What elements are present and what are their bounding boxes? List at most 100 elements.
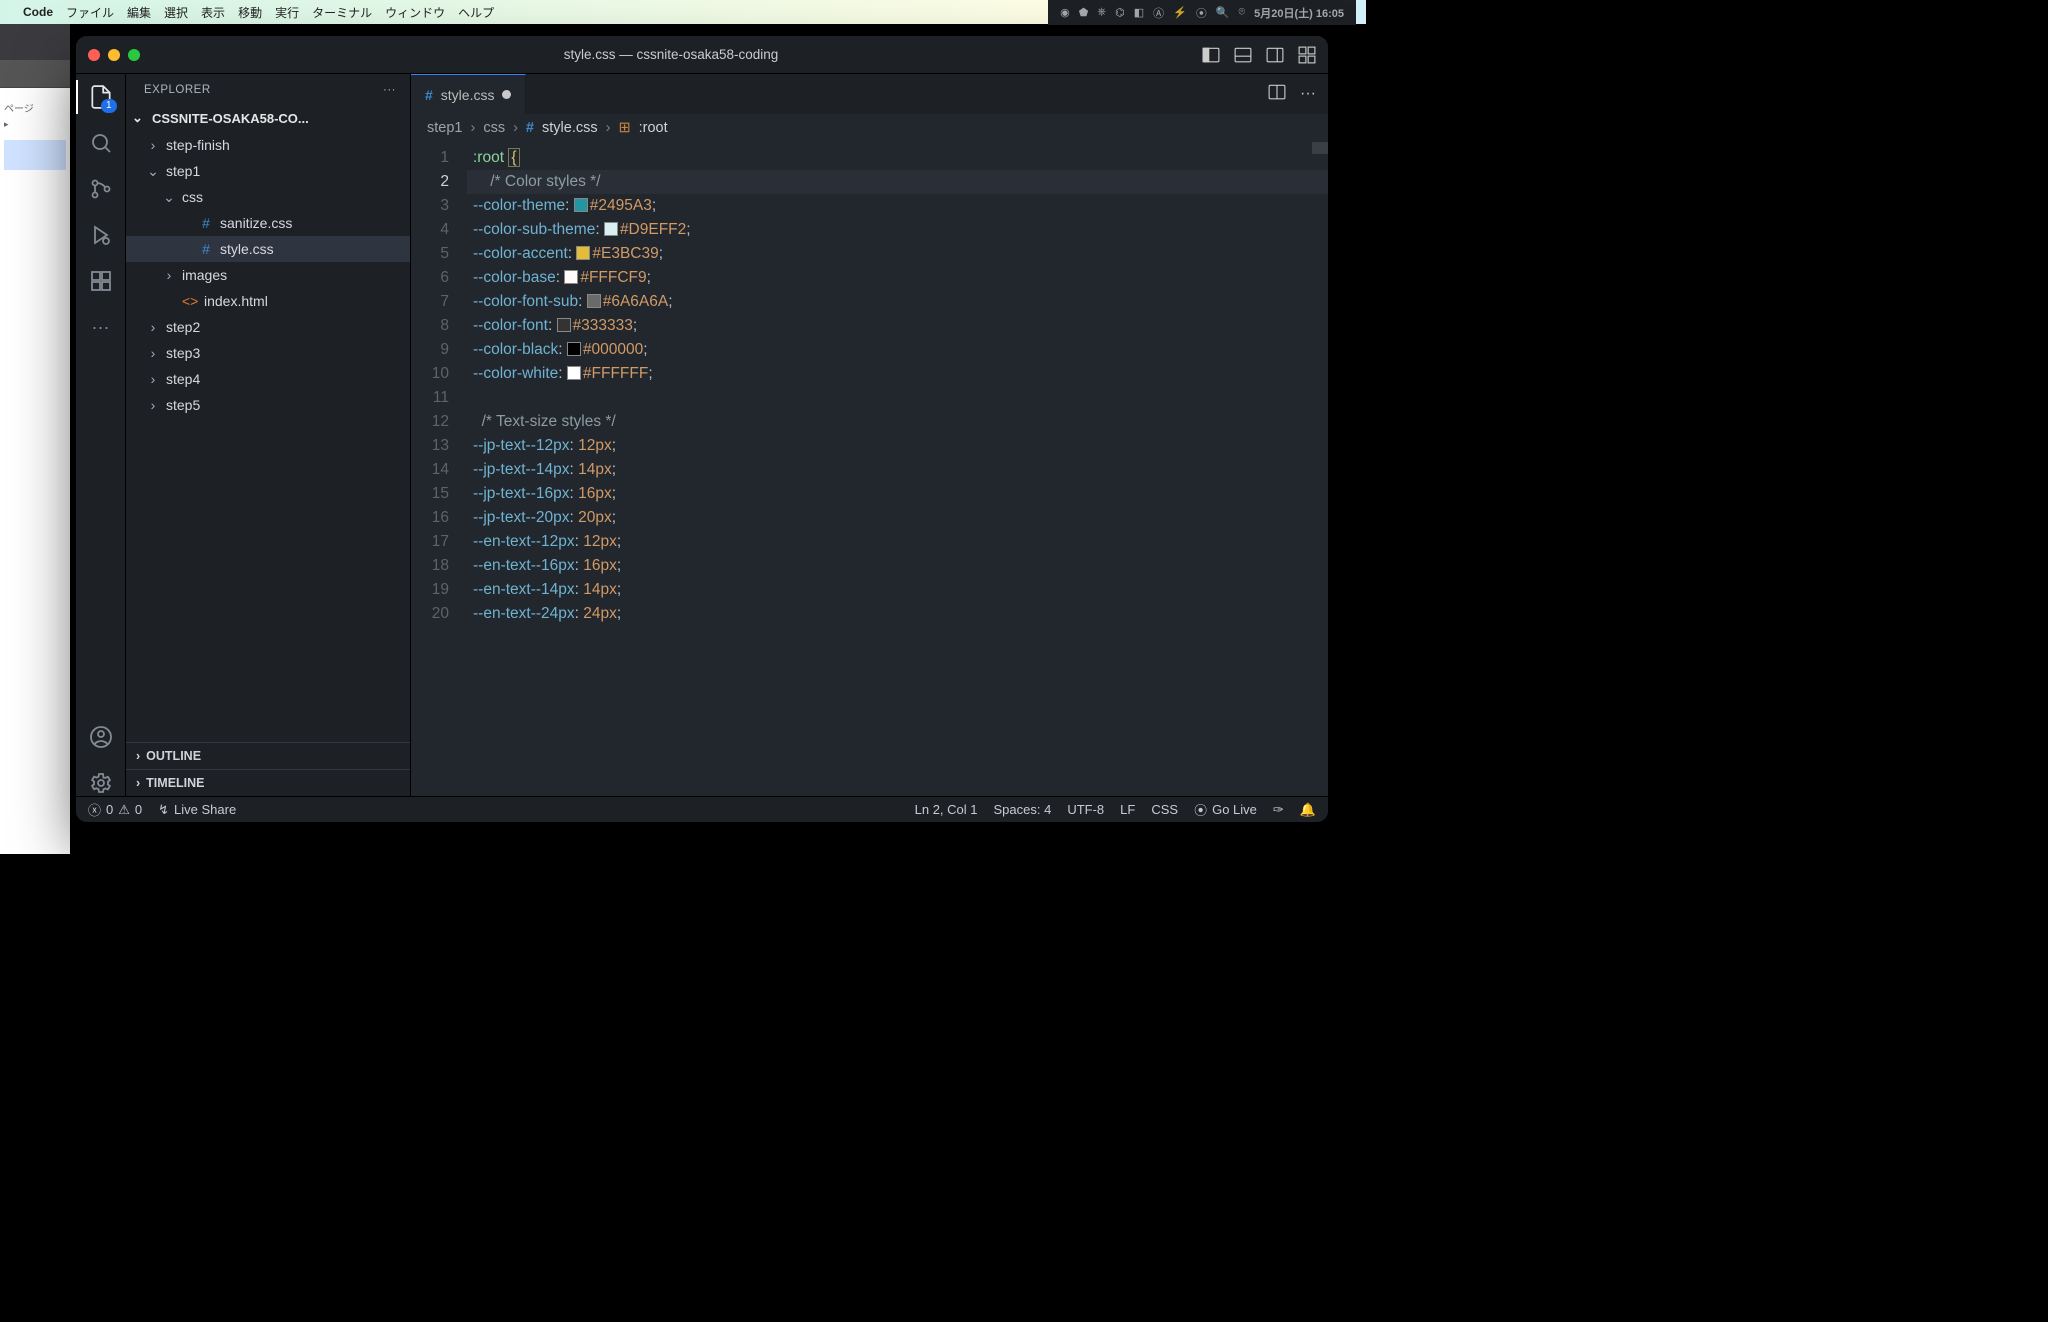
status-icon[interactable]: ◧ [1134, 6, 1144, 19]
mac-menu-bar: Code ファイル 編集 選択 表示 移動 実行 ターミナル ウィンドウ ヘルプ… [0, 0, 1366, 24]
timeline-label: TIMELINE [146, 776, 204, 790]
golive-label: Go Live [1212, 802, 1257, 817]
search-icon[interactable]: 🔍 [1216, 6, 1230, 19]
tree-item-label: step4 [166, 371, 200, 387]
timeline-section[interactable]: › TIMELINE [126, 769, 410, 796]
chevron-icon: ⌄ [146, 163, 160, 180]
mac-menu-item[interactable]: 移動 [238, 4, 262, 21]
folder-row[interactable]: ›step-finish [126, 132, 410, 158]
folder-row[interactable]: ›images [126, 262, 410, 288]
title-bar: style.css — cssnite-osaka58-coding [76, 36, 1328, 74]
folder-row[interactable]: ⌄step1 [126, 158, 410, 184]
editor-more-icon[interactable]: ··· [1300, 85, 1316, 103]
mac-clock[interactable]: 5月20日(土) 16:05 [1254, 5, 1344, 21]
mac-menu-item[interactable]: 実行 [275, 4, 299, 21]
tab-style-css[interactable]: # style.css [411, 74, 526, 114]
status-icon[interactable]: Ⓐ [1153, 5, 1164, 21]
toggle-primary-sidebar-icon[interactable] [1202, 46, 1220, 64]
status-errors[interactable]: ⓧ 0 ⚠ 0 [88, 800, 142, 819]
toggle-secondary-sidebar-icon[interactable] [1266, 46, 1284, 64]
mac-status-tray: ◉ ⬟ ⎈ ⌬ ◧ Ⓐ ⚡ ⦿ 🔍 ⌾ 5月20日(土) 16:05 [1048, 0, 1356, 25]
sidebar-title: EXPLORER [144, 84, 211, 96]
css-file-icon: # [425, 87, 433, 103]
folder-row[interactable]: ›step2 [126, 314, 410, 340]
mac-menu-item[interactable]: ウィンドウ [385, 4, 445, 21]
status-icon[interactable]: ⌬ [1115, 6, 1125, 19]
breadcrumb-symbol[interactable]: :root [639, 120, 668, 136]
chevron-right-icon: › [136, 776, 140, 790]
chevron-icon: ⌄ [162, 189, 176, 206]
status-eol[interactable]: LF [1120, 802, 1135, 817]
code-content[interactable]: :root { /* Color styles */--color-theme:… [463, 142, 1328, 796]
run-debug-icon[interactable] [88, 222, 114, 248]
mac-app-name[interactable]: Code [23, 5, 53, 19]
source-control-icon[interactable] [88, 176, 114, 202]
status-icon[interactable]: ⚡ [1173, 6, 1187, 19]
toggle-panel-icon[interactable] [1234, 46, 1252, 64]
explorer-icon[interactable]: 1 [88, 84, 114, 110]
chevron-right-icon: › [513, 120, 518, 136]
extensions-icon[interactable] [88, 268, 114, 294]
status-icon[interactable]: ◉ [1060, 6, 1070, 19]
minimize-window-button[interactable] [108, 49, 120, 61]
minimap[interactable] [1312, 142, 1328, 154]
mac-menu-item[interactable]: 選択 [164, 4, 188, 21]
status-feedback-icon[interactable]: ✑ [1273, 802, 1284, 818]
outline-section[interactable]: › OUTLINE [126, 742, 410, 769]
warning-icon: ⚠ [118, 802, 130, 818]
status-indentation[interactable]: Spaces: 4 [994, 802, 1052, 817]
breadcrumb-file[interactable]: style.css [542, 120, 598, 136]
file-row[interactable]: # sanitize.css [126, 210, 410, 236]
folder-row[interactable]: ›step5 [126, 392, 410, 418]
breadcrumbs[interactable]: step1 › css › # style.css › ⊞ :root [411, 114, 1328, 142]
tree-item-label: step2 [166, 319, 200, 335]
mac-menu-item[interactable]: 編集 [127, 4, 151, 21]
liveshare-icon: ↯ [158, 802, 169, 818]
search-icon[interactable] [88, 130, 114, 156]
status-icon[interactable]: ⬟ [1079, 6, 1089, 19]
file-row[interactable]: #style.css [126, 236, 410, 262]
tree-item-label: step3 [166, 345, 200, 361]
folder-row[interactable]: ⌄css [126, 184, 410, 210]
settings-gear-icon[interactable] [88, 770, 114, 796]
control-center-icon[interactable]: ⌾ [1239, 6, 1246, 19]
mac-menu-item[interactable]: ファイル [66, 4, 114, 21]
symbol-icon: ⊞ [618, 120, 630, 136]
file-row[interactable]: <>index.html [126, 288, 410, 314]
maximize-window-button[interactable] [128, 49, 140, 61]
status-language[interactable]: CSS [1151, 802, 1178, 817]
chevron-icon: › [146, 371, 160, 387]
status-cursor-position[interactable]: Ln 2, Col 1 [915, 802, 978, 817]
activity-bar: 1 ··· [76, 74, 126, 796]
status-liveshare[interactable]: ↯ Live Share [158, 802, 236, 818]
mac-menu-item[interactable]: ターミナル [312, 4, 372, 21]
project-header[interactable]: ⌄ CSSNITE-OSAKA58-CO... [126, 104, 410, 132]
tree-item-label: images [182, 267, 227, 283]
activity-overflow-icon[interactable]: ··· [88, 314, 114, 340]
customize-layout-icon[interactable] [1298, 46, 1316, 64]
tree-item-label: sanitize.css [220, 215, 292, 231]
split-editor-icon[interactable] [1268, 83, 1286, 106]
folder-row[interactable]: › step4 [126, 366, 410, 392]
status-icon[interactable]: ⎈ [1097, 6, 1106, 19]
folder-row[interactable]: ›step3 [126, 340, 410, 366]
breadcrumb-item[interactable]: css [483, 120, 505, 136]
status-icon[interactable]: ⦿ [1196, 5, 1207, 21]
status-golive[interactable]: ⦿ Go Live [1194, 800, 1257, 819]
css-file-icon: # [198, 215, 214, 231]
mac-menu-item[interactable]: ヘルプ [458, 4, 494, 21]
status-bell-icon[interactable]: 🔔 [1300, 802, 1316, 818]
chevron-right-icon: › [136, 749, 140, 763]
sidebar-more-icon[interactable]: ··· [383, 84, 396, 96]
chevron-icon: › [146, 397, 160, 413]
close-window-button[interactable] [88, 49, 100, 61]
accounts-icon[interactable] [88, 724, 114, 750]
file-tree[interactable]: ⌄ CSSNITE-OSAKA58-CO... ›step-finish⌄ste… [126, 104, 410, 742]
mac-menu-item[interactable]: 表示 [201, 4, 225, 21]
tree-item-label: style.css [220, 241, 274, 257]
css-file-icon: # [526, 120, 534, 136]
warning-count: 0 [135, 802, 142, 817]
code-editor[interactable]: 1234567891011121314151617181920 :root { … [411, 142, 1328, 796]
status-encoding[interactable]: UTF-8 [1067, 802, 1104, 817]
breadcrumb-item[interactable]: step1 [427, 120, 462, 136]
